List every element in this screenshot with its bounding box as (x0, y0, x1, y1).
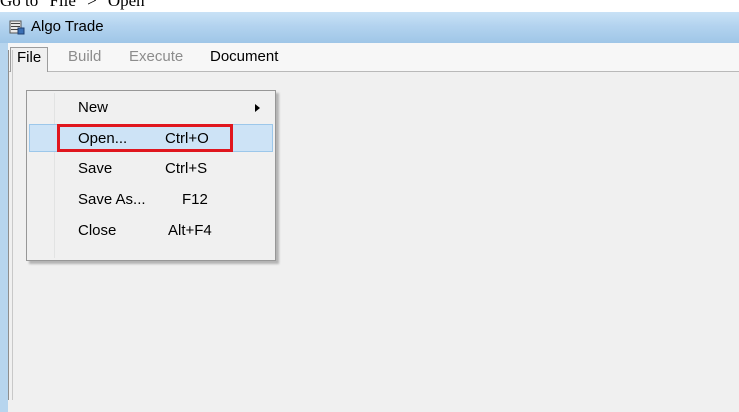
window-title: Algo Trade (31, 18, 104, 35)
menu-item-save-as-label: Save As... (78, 191, 146, 208)
menu-execute[interactable]: Execute (123, 47, 189, 67)
menu-item-close-label: Close (78, 222, 117, 239)
mdi-border-line-inner (12, 50, 13, 400)
instruction-caption: Go to "File" > "Open" (0, 0, 152, 10)
mdi-border-line (8, 50, 9, 400)
highlight-annotation-box (57, 124, 233, 152)
menu-document[interactable]: Document (204, 47, 284, 67)
menu-item-save-label: Save (78, 160, 113, 177)
menu-item-save[interactable]: Save Ctrl+S (29, 155, 273, 183)
menu-item-save-as[interactable]: Save As... F12 (29, 186, 273, 214)
app-window-icon (9, 20, 25, 35)
menu-bar: File Build Execute Document (8, 43, 739, 72)
menu-item-close[interactable]: Close Alt+F4 (29, 217, 273, 245)
title-bar[interactable]: Algo Trade (0, 12, 739, 43)
menu-file[interactable]: File (10, 47, 49, 72)
menu-build[interactable]: Build (62, 47, 107, 67)
menu-item-new[interactable]: New (29, 94, 273, 122)
submenu-arrow-icon (255, 104, 260, 112)
menu-item-save-shortcut: Ctrl+S (165, 160, 208, 177)
menu-item-save-as-shortcut: F12 (182, 191, 208, 208)
menu-item-close-shortcut: Alt+F4 (168, 222, 212, 239)
menu-item-new-label: New (78, 99, 109, 116)
file-dropdown-menu: New Open... Ctrl+O Save Ctrl+S Save As..… (26, 90, 276, 261)
